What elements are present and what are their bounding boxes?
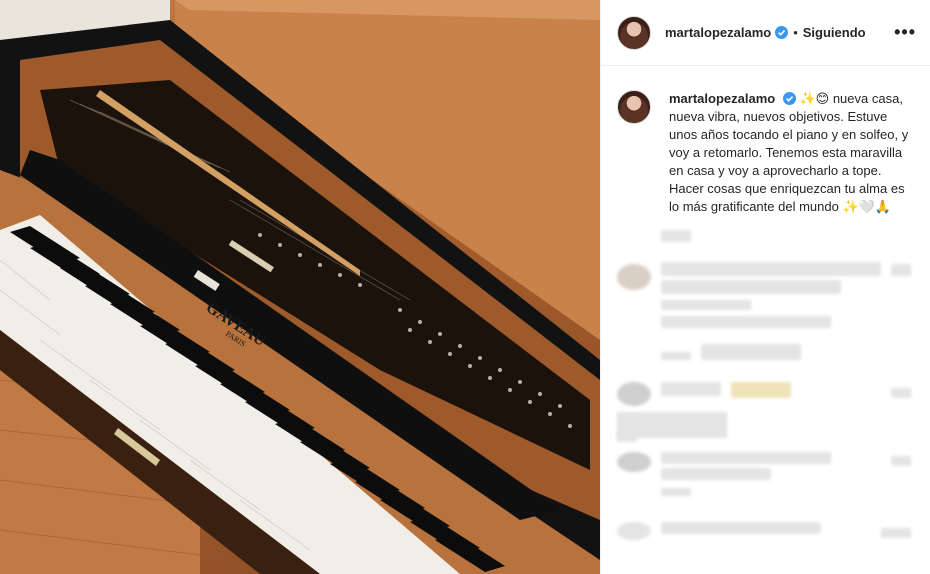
instagram-post: GAVEAU PARIS martalopezalamo • Siguiendo… (0, 0, 930, 574)
following-button[interactable]: Siguiendo (803, 25, 866, 40)
verified-badge-icon (775, 26, 789, 39)
caption-verified-badge-icon (782, 92, 796, 105)
blurred-comments (601, 216, 930, 574)
more-options-icon[interactable]: ••• (894, 22, 916, 43)
separator-dot: • (793, 25, 798, 40)
caption-username[interactable]: martalopezalamo (669, 91, 775, 106)
post-header: martalopezalamo • Siguiendo ••• (601, 0, 930, 66)
avatar[interactable] (617, 15, 651, 50)
caption-body: nueva casa, nueva vibra, nuevos objetivo… (669, 91, 909, 214)
caption-emojis: ✨😊 (799, 91, 830, 106)
caption-avatar[interactable] (617, 90, 651, 124)
header-username[interactable]: martalopezalamo (665, 25, 771, 40)
post-side-panel: martalopezalamo • Siguiendo ••• martalop… (600, 0, 930, 574)
caption-end-emojis: ✨🤍🙏 (842, 199, 891, 214)
post-photo[interactable]: GAVEAU PARIS (0, 0, 600, 574)
caption-section: martalopezalamo ✨😊 nueva casa, nueva vib… (601, 66, 930, 216)
caption-text-block: martalopezalamo ✨😊 nueva casa, nueva vib… (669, 90, 909, 216)
piano-illustration: GAVEAU PARIS (0, 0, 600, 574)
